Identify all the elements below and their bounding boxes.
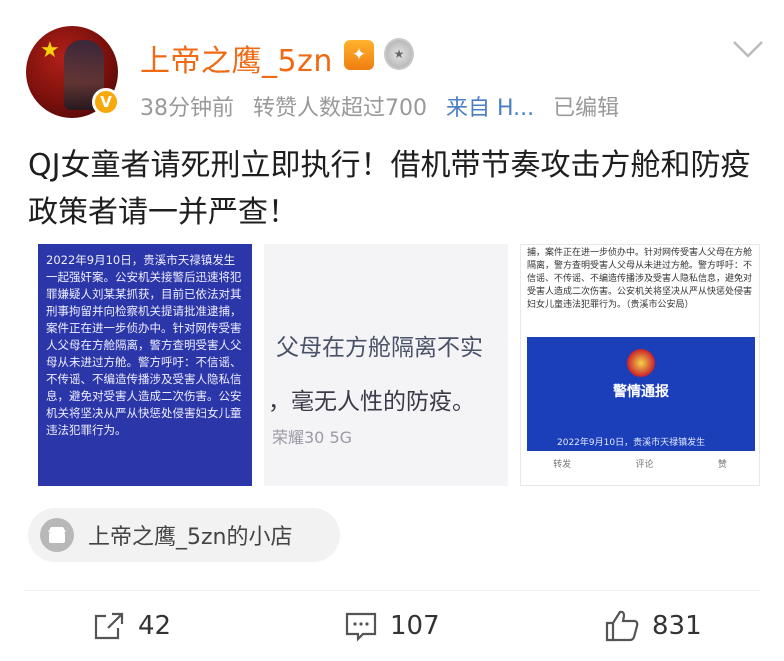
banner-title: 警情通报: [613, 384, 669, 400]
star-icon: ★: [40, 38, 60, 63]
post-meta: 38分钟前 转赞人数超过700 来自 H... 已编辑: [140, 90, 631, 122]
image-2-phone-watermark: 荣耀30 5G: [272, 428, 353, 447]
image-3-comment: 评论: [635, 460, 654, 470]
image-2-line-2: ，毫无人性的防疫。: [268, 389, 475, 415]
shop-link[interactable]: 上帝之鹰_5zn的小店: [28, 508, 340, 562]
image-3-actions: 转发 评论 赞: [521, 457, 759, 470]
post-image-2[interactable]: 父母在方舱隔离不实 ，毫无人性的防疫。 荣耀30 5G: [264, 244, 508, 486]
post-source[interactable]: 来自 H...: [446, 96, 534, 121]
image-2-line-1: 父母在方舱隔离不实: [276, 335, 483, 361]
banner-date: 2022年9月10日，贵溪市天禄镇发生: [557, 438, 706, 448]
post-time: 38分钟前: [140, 96, 234, 121]
post-text: QJ女童者请死刑立即执行！借机带节奏攻击方舱和防疫政策者请一并严查！: [28, 148, 751, 230]
image-3-like: 赞: [717, 460, 727, 470]
police-notice-banner: 警情通报 2022年9月10日，贵溪市天禄镇发生: [527, 337, 755, 451]
edited-label[interactable]: 已编辑: [553, 96, 619, 121]
repost-note: 转赞人数超过700: [253, 96, 427, 121]
image-3-text: 捕，案件正在进一步侦办中。针对网传受害人父母在方舱隔离，警方查明受害人父母从未进…: [527, 248, 753, 310]
shop-icon: [40, 518, 74, 552]
username[interactable]: 上帝之鹰_5zn: [140, 36, 333, 80]
medal-icon[interactable]: ✦: [344, 40, 374, 70]
repost-icon: [94, 612, 124, 640]
thumbs-up-icon: [605, 610, 639, 642]
verified-badge: V: [92, 88, 120, 116]
shop-label: 上帝之鹰_5zn的小店: [88, 525, 293, 550]
divider: [24, 590, 760, 591]
comment-count: 107: [390, 611, 440, 641]
comment-button[interactable]: 107: [344, 606, 440, 646]
comment-icon: [345, 612, 377, 642]
police-emblem-icon: [627, 349, 655, 377]
like-count: 831: [652, 611, 702, 641]
post-image-1[interactable]: 2022年9月10日，贵溪市天禄镇发生一起强奸案。公安机关接警后迅速将犯罪嫌疑人…: [38, 244, 252, 486]
chevron-down-icon[interactable]: [728, 34, 768, 64]
silver-medal-icon[interactable]: ★: [384, 38, 414, 70]
like-button[interactable]: 831: [604, 606, 702, 646]
repost-count: 42: [138, 611, 172, 641]
image-3-repost: 转发: [553, 460, 572, 470]
repost-button[interactable]: 42: [92, 606, 171, 646]
post-image-3[interactable]: 捕，案件正在进一步侦办中。针对网传受害人父母在方舱隔离，警方查明受害人父母从未进…: [520, 244, 760, 486]
image-1-text: 2022年9月10日，贵溪市天禄镇发生一起强奸案。公安机关接警后迅速将犯罪嫌疑人…: [46, 253, 242, 437]
